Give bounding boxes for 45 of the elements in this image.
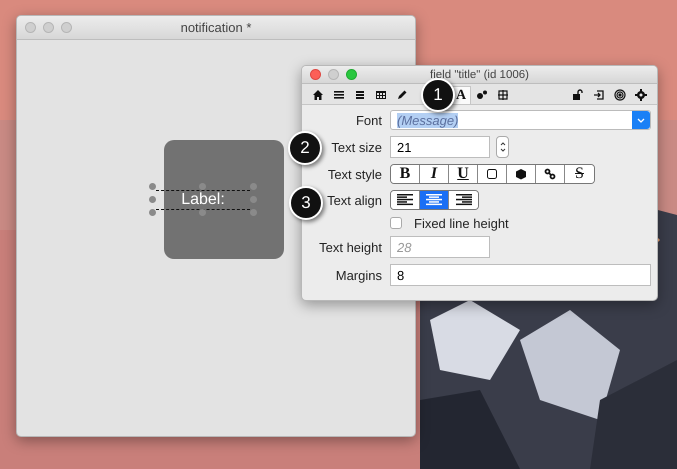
align-left-icon <box>397 194 413 206</box>
box-button[interactable] <box>478 165 507 183</box>
table-icon <box>375 89 387 101</box>
link-icon <box>544 168 556 180</box>
cube-button[interactable] <box>507 165 536 183</box>
strike-button[interactable]: S <box>565 165 594 183</box>
checkbox[interactable] <box>390 217 402 229</box>
box-icon <box>486 168 498 180</box>
field-label: Text style <box>328 166 382 182</box>
link-button[interactable] <box>536 165 565 183</box>
align-left-button[interactable] <box>391 191 420 209</box>
margins-field[interactable]: 8 <box>390 264 651 286</box>
align-center-icon <box>426 194 442 206</box>
checkbox-label: Fixed line height <box>414 216 509 230</box>
italic-button[interactable]: I <box>420 165 449 183</box>
target-icon <box>614 89 626 101</box>
underline-button[interactable]: U <box>449 165 478 183</box>
align-right-icon <box>456 194 472 206</box>
bold-button[interactable]: B <box>391 165 420 183</box>
field-label: Text size <box>331 140 382 154</box>
cube-icon <box>515 168 527 180</box>
chevron-icon <box>637 118 645 122</box>
resize-handle[interactable] <box>199 209 206 216</box>
close-button[interactable] <box>310 69 321 80</box>
move-icon <box>497 89 509 101</box>
dropdown-button[interactable] <box>632 111 650 129</box>
align-center-button[interactable] <box>420 191 449 209</box>
window-title: field "title" (id 1006) <box>430 68 529 80</box>
text-height-field[interactable]: 28 <box>390 236 490 258</box>
home-icon <box>312 89 324 101</box>
up-down-arrows-icon <box>500 140 506 154</box>
text-size-field[interactable]: 21 <box>390 136 490 158</box>
field-label: Text height <box>319 240 382 254</box>
pencil-icon <box>396 89 408 101</box>
field-label: Text align <box>327 192 382 208</box>
label-field[interactable]: Label: <box>156 190 250 210</box>
window-title: notification * <box>180 20 252 35</box>
field-label: Margins <box>336 268 382 282</box>
field-label: Font <box>356 112 382 128</box>
lock-icon <box>572 89 584 101</box>
align-right-button[interactable] <box>449 191 478 209</box>
stepper-control[interactable] <box>496 136 509 158</box>
import-icon <box>593 89 605 101</box>
database-icon <box>354 89 366 101</box>
list-icon <box>333 89 345 101</box>
